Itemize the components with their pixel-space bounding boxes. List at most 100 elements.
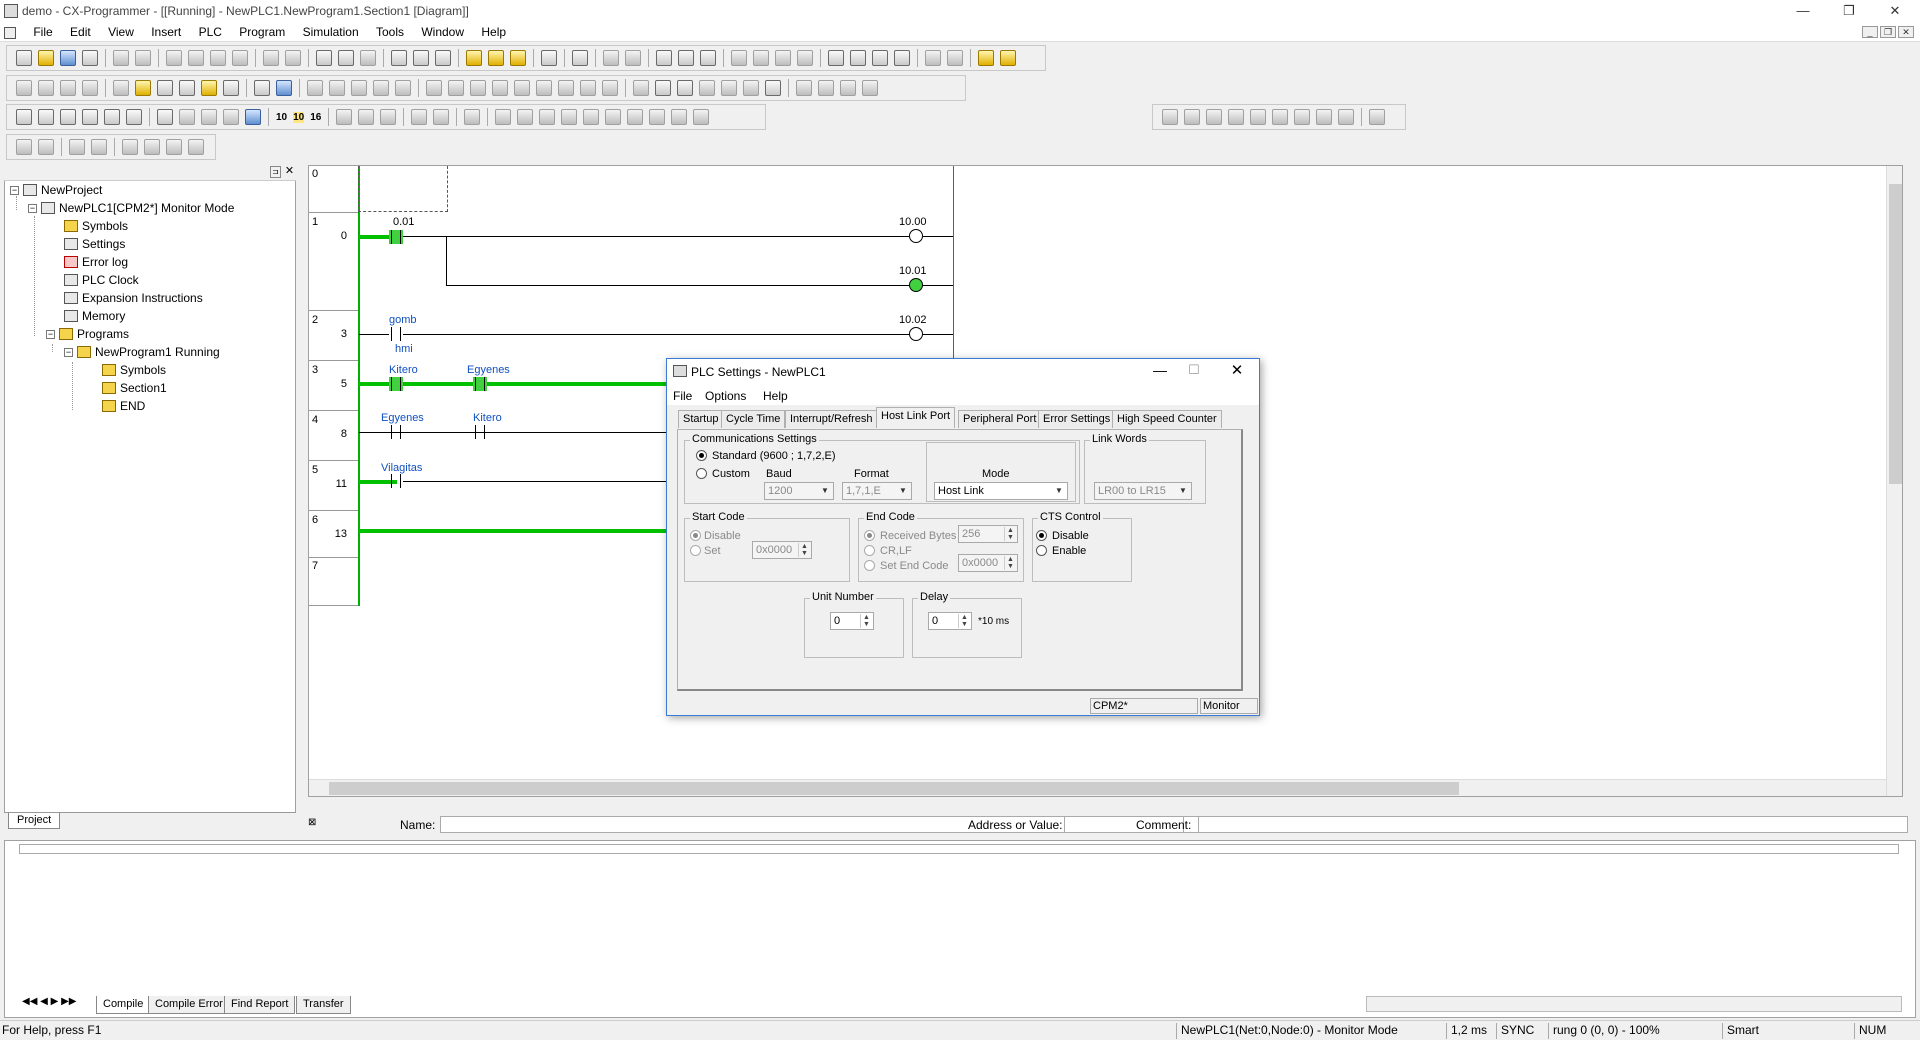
spinner-arrows-icon[interactable]: ▲ ▼ <box>798 543 810 557</box>
tree-program[interactable]: − NewProgram1 Running <box>64 345 220 359</box>
doc-icon[interactable] <box>0 22 23 39</box>
watch-window-icon[interactable] <box>201 80 217 96</box>
collapse-icon[interactable]: − <box>64 347 73 357</box>
transfer-icon[interactable] <box>572 50 588 66</box>
zoom-out-icon[interactable] <box>82 80 98 96</box>
menu-help[interactable]: Help <box>474 22 513 39</box>
breakpoint-icon[interactable] <box>495 109 512 125</box>
delay-spinner[interactable]: 0 ▲ ▼ <box>928 612 972 630</box>
diagram-horizontal-scrollbar[interactable] <box>309 779 1886 796</box>
app-icon[interactable] <box>4 4 18 18</box>
zoom-fit-icon[interactable] <box>38 80 54 96</box>
coil-10-01[interactable] <box>909 278 923 292</box>
select-icon[interactable] <box>307 80 323 96</box>
baud-select[interactable]: 1200 ▼ <box>764 482 834 500</box>
cut-icon[interactable] <box>166 50 182 66</box>
unit-number-spinner[interactable]: 0 ▲ ▼ <box>830 612 874 630</box>
jump-list-icon[interactable] <box>380 109 397 125</box>
new-icon[interactable] <box>16 50 32 66</box>
dialog-minimize-button[interactable]: — <box>1145 362 1175 378</box>
close-button[interactable]: ✕ <box>1872 0 1918 22</box>
menu-simulation[interactable]: Simulation <box>296 22 366 39</box>
output-horizontal-scrollbar[interactable] <box>1366 996 1902 1012</box>
mdi-minimize-button[interactable]: _ <box>1862 26 1878 38</box>
decimal-signed-view-icon[interactable]: 10 <box>293 111 305 123</box>
program-mode-icon[interactable] <box>731 50 747 66</box>
warning-icon[interactable] <box>466 50 482 66</box>
project-tab[interactable]: Project <box>8 813 61 829</box>
align-3-icon[interactable] <box>1206 109 1222 125</box>
view-2-icon[interactable] <box>179 109 195 125</box>
context-help-icon[interactable] <box>435 50 451 66</box>
simulation-stop-icon[interactable] <box>1000 50 1016 66</box>
properties-icon[interactable] <box>391 50 407 66</box>
contact-vilagitas[interactable] <box>389 474 403 488</box>
online-icon[interactable] <box>488 50 504 66</box>
dialog-maximize-button[interactable]: ☐ <box>1179 362 1209 378</box>
sim-icon-3[interactable] <box>464 109 481 125</box>
io-table-icon[interactable] <box>872 50 888 66</box>
comment-field[interactable] <box>1198 816 1908 833</box>
spinner-arrows-icon[interactable]: ▲ ▼ <box>1004 527 1016 541</box>
contact-kitero[interactable] <box>473 425 487 439</box>
menu-edit[interactable]: Edit <box>63 22 98 39</box>
open-project-icon[interactable] <box>82 50 98 66</box>
collapse-icon[interactable]: − <box>46 329 55 339</box>
line-delete-icon[interactable] <box>602 80 618 96</box>
tree-memory[interactable]: Memory <box>64 309 125 323</box>
find-next-icon[interactable] <box>360 50 376 66</box>
align-10-icon[interactable] <box>1369 109 1385 125</box>
paste-icon[interactable] <box>210 50 226 66</box>
window-cross-ref-icon[interactable] <box>126 109 142 125</box>
start-code-disable-radio[interactable] <box>690 530 701 541</box>
sim-icon-2[interactable] <box>433 109 450 125</box>
force-off-icon[interactable] <box>947 50 963 66</box>
spinner-arrows-icon[interactable]: ▲ ▼ <box>958 614 970 628</box>
restore-button[interactable]: ❐ <box>1826 0 1872 22</box>
jump-up-icon[interactable] <box>336 109 353 125</box>
output-nav-icons[interactable]: ◀◀ ◀ ▶ ▶▶ <box>22 996 76 1007</box>
align-8-icon[interactable] <box>1316 109 1332 125</box>
align-9-icon[interactable] <box>1338 109 1354 125</box>
set-value-icon[interactable] <box>743 80 759 96</box>
panel-pin-icon[interactable]: ⊐ <box>270 166 281 178</box>
tab-error-settings[interactable]: Error Settings <box>1038 410 1116 428</box>
tree-error-log[interactable]: Error log <box>64 255 128 269</box>
sim-pause-icon[interactable] <box>561 109 578 125</box>
spinner-arrows-icon[interactable]: ▲ ▼ <box>1004 556 1016 570</box>
show-comments-icon[interactable] <box>135 80 151 96</box>
cts-enable-radio[interactable] <box>1036 545 1047 556</box>
memory-icon[interactable] <box>894 50 910 66</box>
coil-nc-icon[interactable] <box>492 80 508 96</box>
jump-down-icon[interactable] <box>358 109 375 125</box>
dialog-menu-options[interactable]: Options <box>705 389 746 403</box>
tree-programs[interactable]: − Programs <box>46 327 129 341</box>
received-bytes-spinner[interactable]: 256 ▲ ▼ <box>958 525 1018 543</box>
format-select[interactable]: 1,7,1,E ▼ <box>842 482 912 500</box>
window-properties-icon[interactable] <box>104 109 120 125</box>
align-2-icon[interactable] <box>1184 109 1200 125</box>
contact-no-icon[interactable] <box>329 80 345 96</box>
window-address-icon[interactable] <box>82 109 98 125</box>
tree-plc-clock[interactable]: PLC Clock <box>64 273 139 287</box>
start-code-set-radio[interactable] <box>690 545 701 556</box>
save-icon[interactable] <box>60 50 76 66</box>
upload-icon[interactable] <box>678 50 694 66</box>
mode-select[interactable]: Host Link ▼ <box>934 482 1068 500</box>
tree-root[interactable]: − NewProject <box>10 183 102 197</box>
online-edit-end-icon[interactable] <box>699 80 715 96</box>
view-3-icon[interactable] <box>201 109 217 125</box>
contact-gomb[interactable] <box>389 327 403 341</box>
crlf-radio[interactable] <box>864 545 875 556</box>
standard-radio[interactable] <box>696 450 707 461</box>
sim-icon-1[interactable] <box>411 109 428 125</box>
spinner-arrows-icon[interactable]: ▲ ▼ <box>860 614 872 628</box>
monitor-resume-icon[interactable] <box>840 80 856 96</box>
pause-icon[interactable] <box>603 50 619 66</box>
view-5-icon[interactable] <box>245 109 261 125</box>
instruction-icon[interactable] <box>514 80 530 96</box>
line-connect-icon[interactable] <box>580 80 596 96</box>
tab-startup[interactable]: Startup <box>678 410 724 428</box>
comment-icon[interactable] <box>69 139 85 155</box>
bookmark-icon[interactable] <box>122 139 138 155</box>
